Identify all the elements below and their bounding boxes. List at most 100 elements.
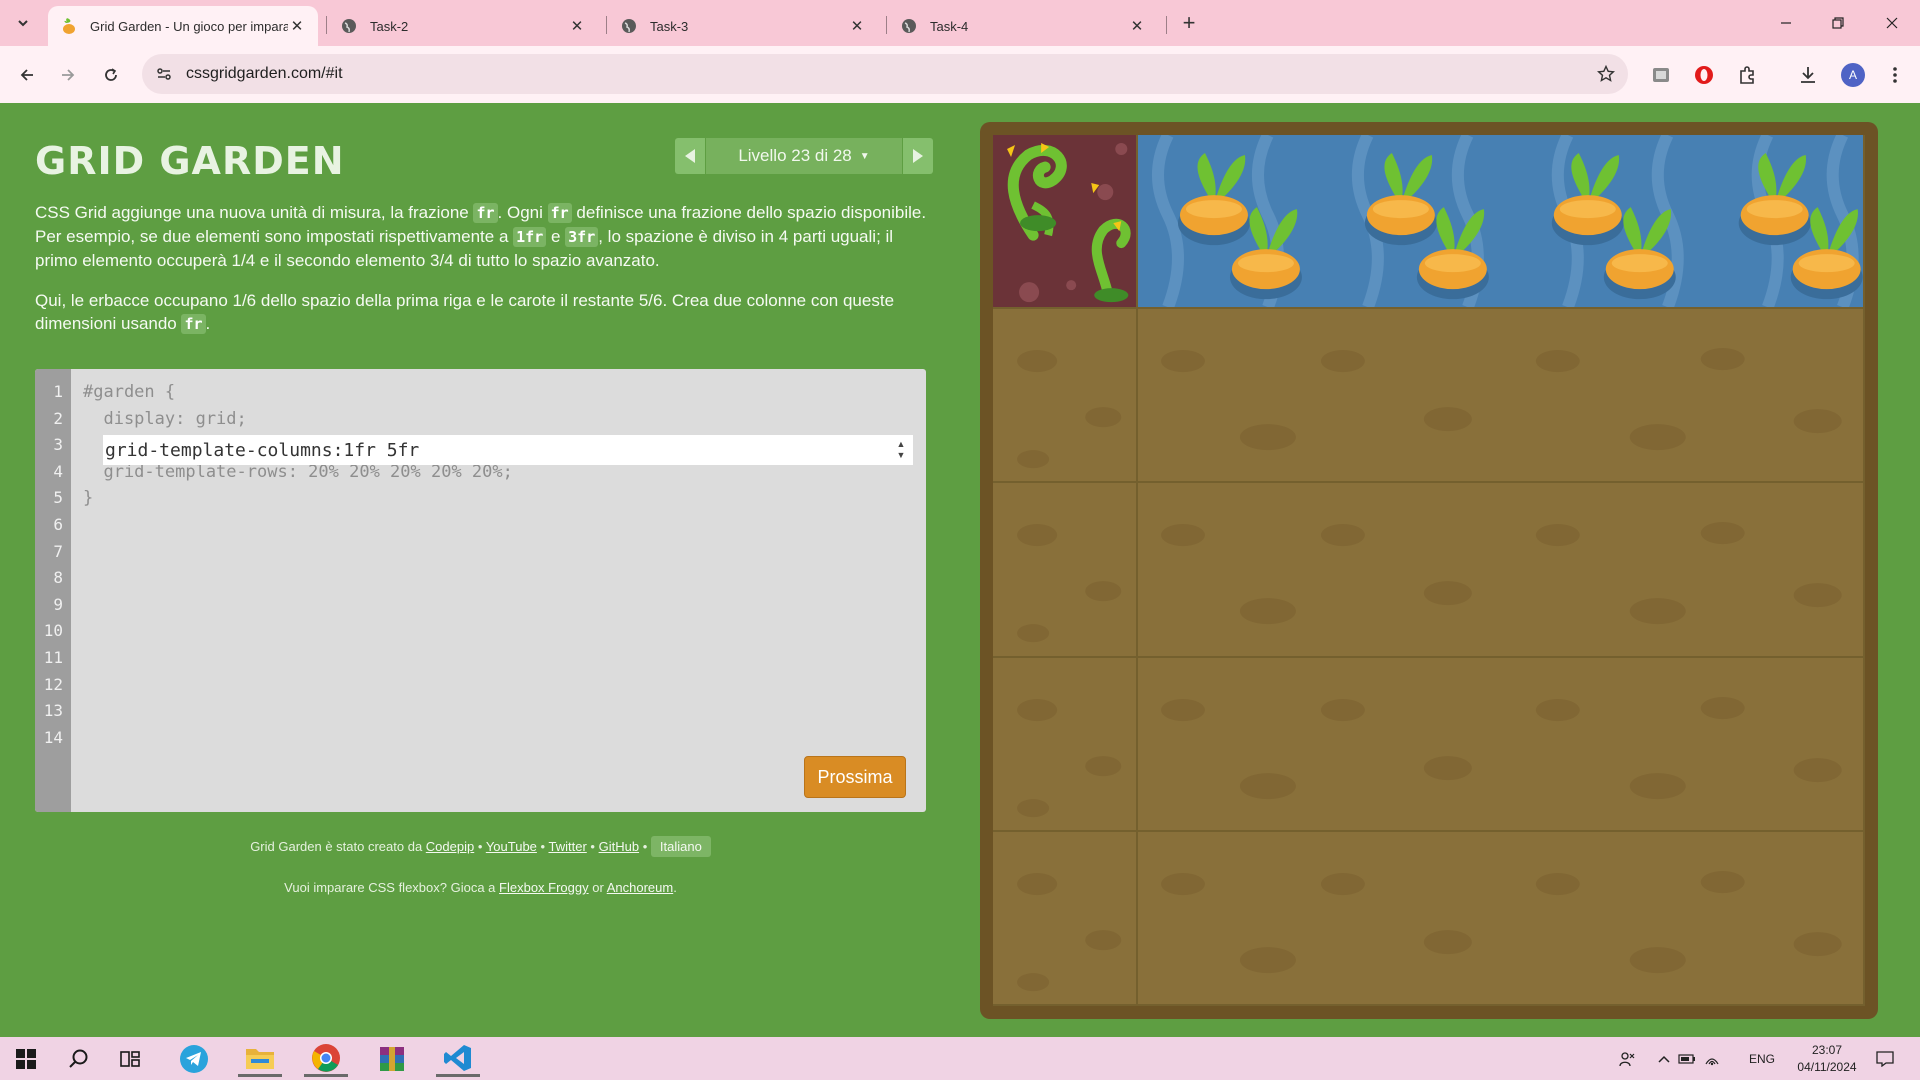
level-indicator[interactable]: Livello 23 di 28 ▼	[706, 138, 902, 174]
input-language[interactable]: ENG	[1744, 1037, 1780, 1080]
code-line: }	[83, 488, 94, 509]
flexbox-froggy-link[interactable]: Flexbox Froggy	[499, 880, 589, 895]
close-icon[interactable]: ✕	[848, 17, 866, 35]
tab-task-4[interactable]: Task-4 ✕	[888, 6, 1158, 46]
restore-button[interactable]	[1820, 8, 1856, 38]
reload-icon	[105, 68, 117, 81]
extension-screenshot-button[interactable]	[1646, 60, 1676, 90]
garden-frame	[980, 122, 1878, 1019]
soil-cell	[1138, 309, 1865, 484]
telegram-icon	[180, 1045, 208, 1073]
people-icon	[1619, 1051, 1635, 1066]
winrar-app[interactable]	[370, 1041, 414, 1077]
instruction-text: e	[546, 227, 566, 246]
windows-taskbar: ENG 23:07 04/11/2024	[0, 1037, 1920, 1080]
separator: •	[477, 839, 483, 854]
next-level-button[interactable]	[903, 138, 933, 174]
site-settings-icon[interactable]	[146, 54, 182, 94]
tab-grid-garden[interactable]: Grid Garden - Un gioco per imparare ✕	[48, 6, 318, 46]
battery-status[interactable]	[1676, 1037, 1698, 1080]
soil-cell	[993, 657, 1139, 832]
screenshot-extension-icon	[1653, 68, 1669, 82]
promo-text: Vuoi imparare CSS flexbox? Gioca a	[284, 880, 496, 895]
css-code-input[interactable]	[103, 435, 883, 465]
back-button[interactable]	[12, 60, 42, 90]
chevron-down-icon	[18, 20, 28, 27]
line-number: 12	[43, 674, 63, 694]
file-explorer-app[interactable]	[238, 1041, 282, 1077]
youtube-link[interactable]: YouTube	[486, 839, 537, 854]
browser-menu-button[interactable]	[1880, 60, 1910, 90]
soil-cell	[993, 483, 1139, 658]
instruction-text: CSS Grid aggiunge una nuova unità di mis…	[35, 203, 474, 222]
task-view-button[interactable]	[108, 1041, 152, 1077]
github-link[interactable]: GitHub	[599, 839, 639, 854]
minimize-button[interactable]	[1768, 8, 1804, 38]
reload-button[interactable]	[96, 60, 126, 90]
opera-icon	[1695, 66, 1713, 84]
page-content: GRID GARDEN Livello 23 di 28 ▼ CSS Grid …	[0, 103, 1920, 1037]
network-status[interactable]	[1700, 1037, 1724, 1080]
vscode-icon	[444, 1044, 471, 1071]
close-icon[interactable]: ✕	[1128, 17, 1146, 35]
line-number: 13	[43, 701, 63, 721]
code-snippet: fr	[547, 203, 572, 223]
downloads-button[interactable]	[1793, 60, 1823, 90]
profile-button[interactable]: A	[1838, 60, 1868, 90]
code-line: display: grid;	[83, 408, 247, 429]
twitter-link[interactable]: Twitter	[548, 839, 586, 854]
extension-opera-button[interactable]	[1689, 60, 1719, 90]
codepip-link[interactable]: Codepip	[426, 839, 474, 854]
separator: •	[590, 839, 595, 854]
chrome-app[interactable]	[304, 1041, 348, 1077]
vscode-app[interactable]	[436, 1041, 480, 1077]
tab-task-3[interactable]: Task-3 ✕	[608, 6, 878, 46]
address-bar[interactable]: cssgridgarden.com/#it	[142, 54, 1628, 94]
start-button[interactable]	[4, 1041, 48, 1077]
code-snippet: 3fr	[565, 227, 599, 247]
new-tab-button[interactable]: +	[1176, 10, 1202, 36]
separator: •	[642, 839, 648, 854]
carrots-icon	[1152, 135, 1863, 308]
taskbar-search-button[interactable]	[57, 1041, 101, 1077]
line-number: 2	[53, 408, 63, 428]
soil-cell	[1138, 483, 1865, 658]
credits-footer: Grid Garden è stato creato da Codepip • …	[35, 836, 926, 857]
system-clock[interactable]: 23:07 04/11/2024	[1792, 1042, 1862, 1076]
caret-down-icon: ▼	[859, 150, 870, 162]
page-title: GRID GARDEN	[35, 139, 345, 183]
textarea-resize-spinner[interactable]: ▲ ▼	[893, 437, 909, 463]
forward-button[interactable]	[53, 60, 83, 90]
weeds-icon	[1007, 143, 1131, 303]
restore-icon	[1832, 17, 1844, 29]
level-navigation: Livello 23 di 28 ▼	[675, 138, 933, 174]
line-number: 14	[43, 727, 63, 747]
telegram-app[interactable]	[172, 1041, 216, 1077]
winrar-icon	[380, 1047, 404, 1071]
close-window-button[interactable]	[1874, 8, 1910, 38]
bookmark-star-icon[interactable]	[1596, 64, 1616, 84]
close-icon[interactable]: ✕	[568, 17, 586, 35]
tab-separator	[886, 16, 887, 34]
anchoreum-link[interactable]: Anchoreum	[607, 880, 673, 895]
tab-search-button[interactable]	[10, 11, 36, 35]
url-text[interactable]: cssgridgarden.com/#it	[186, 65, 343, 83]
tab-title: Task-3	[650, 18, 689, 34]
tab-separator	[326, 16, 327, 34]
windows-logo-icon	[16, 1049, 36, 1069]
language-selector[interactable]: Italiano	[650, 836, 711, 857]
extensions-button[interactable]	[1732, 60, 1762, 90]
level-label: Livello 23 di 28	[738, 146, 852, 165]
close-icon[interactable]: ✕	[288, 17, 306, 35]
notifications-button[interactable]	[1870, 1037, 1900, 1080]
promo-text: or	[592, 880, 604, 895]
tab-separator	[606, 16, 607, 34]
instruction-text: . Ogni	[497, 203, 548, 222]
people-button[interactable]	[1614, 1037, 1640, 1080]
line-number-gutter: 1 2 3 4 5 6 7 8 9 10 11 12 13 14	[35, 369, 71, 812]
previous-level-button[interactable]	[675, 138, 705, 174]
puzzle-icon	[1740, 66, 1754, 84]
show-hidden-icons-button[interactable]	[1654, 1037, 1674, 1080]
next-button[interactable]: Prossima	[804, 756, 906, 798]
tab-task-2[interactable]: Task-2 ✕	[328, 6, 598, 46]
